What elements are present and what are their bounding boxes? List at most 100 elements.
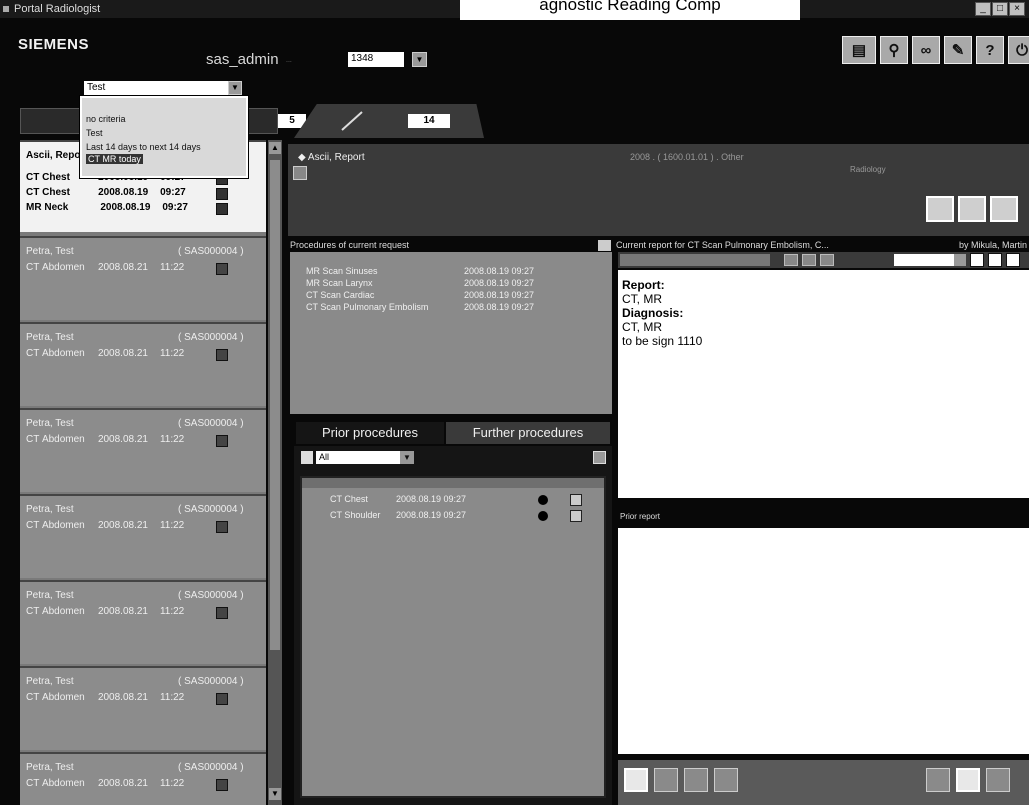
images-icon[interactable] [216,693,228,705]
count-field[interactable]: 1348 [348,52,404,67]
count-dropdown-button[interactable]: ▼ [412,52,427,67]
procedure-date: 2008.08.19 09:27 [464,290,535,300]
procedure-name: MR Scan Sinuses [306,266,378,276]
images-icon[interactable] [216,188,228,200]
worklist-scrollbar[interactable]: ▲ ▼ [268,140,282,805]
procedure-row: CT Abdomen 2008.08.21 11:22 [26,692,184,703]
modality: MR [26,202,42,213]
exam-time: 11:22 [159,692,185,703]
filter-option-no-criteria[interactable]: no criteria [86,114,126,124]
report-author: by Mikula, Martin [958,240,1027,250]
edit-button[interactable]: ✎ [944,36,972,64]
filter-option-last-14-days[interactable]: Last 14 days to next 14 days [86,142,201,152]
images-icon[interactable] [216,607,228,619]
exam-time: 11:22 [159,520,185,531]
procedure-item[interactable]: MR Scan Sinuses 2008.08.19 09:27 [306,266,534,276]
body-part: Neck [44,202,69,213]
prior-filter-dropdown[interactable]: ▼ [400,451,414,464]
prior-filter-select[interactable]: All [316,451,400,464]
worklist-card[interactable]: Petra, Test ( SAS000004 ) CT Abdomen 2008.0… [20,580,266,664]
exit-button[interactable]: ⏻ [1008,36,1029,64]
prior-procedure-row[interactable]: CT Shoulder 2008.08.19 09:27 [330,510,466,520]
body-part: Abdomen [41,520,85,531]
tab-further-procedures[interactable]: Further procedures [446,422,610,444]
report-save-draft-button[interactable] [926,768,950,792]
filter-option-ct-mr-today[interactable]: CT MR today [86,154,143,164]
search-button[interactable]: ⚲ [880,36,908,64]
modality: CT [26,520,40,531]
report-doc-icon[interactable] [570,494,582,506]
images-icon[interactable] [216,203,228,215]
page-heading: agnostic Reading Comp [460,0,800,20]
patient-id: ( SAS000004 ) [178,676,244,687]
worklist-card[interactable]: Petra, Test ( SAS000004 ) CT Abdomen 2008.0… [20,408,266,492]
prior-procedure-date: 2008.08.19 09:27 [396,510,467,520]
worklist-card[interactable]: Petra, Test ( SAS000004 ) CT Abdomen 2008.0… [20,236,266,320]
worklist-icon: ▤ [851,42,867,59]
worklist-button[interactable]: ▤ [842,36,876,64]
patient-name: Petra, Test [26,762,74,773]
report-new-button[interactable] [970,253,984,267]
prior-procedures-list [300,476,606,798]
prior-procedure-row[interactable]: CT Chest 2008.08.19 09:27 [330,494,466,504]
images-icon[interactable] [216,779,228,791]
report-line: Report: [622,278,665,292]
report-save-button[interactable] [988,253,1002,267]
close-button[interactable]: × [1009,2,1025,16]
patient-name: Ascii, Report [26,150,88,161]
report-next-button[interactable] [714,768,738,792]
worklist-card[interactable]: Petra, Test ( SAS000004 ) CT Abdomen 2008.0… [20,494,266,578]
tab-prior-procedures[interactable]: Prior procedures [296,422,444,444]
procedure-row: CT Abdomen 2008.08.21 11:22 [26,520,184,531]
prior-close-button[interactable] [593,451,606,464]
report-list-button[interactable] [624,768,648,792]
filter-select[interactable]: Test [84,81,232,95]
images-icon[interactable] [216,521,228,533]
worklist-card[interactable]: Petra, Test ( SAS000004 ) CT Abdomen 2008.0… [20,666,266,750]
scroll-up-icon[interactable]: ▲ [269,142,281,154]
report-template-field[interactable] [620,254,770,266]
images-icon[interactable] [216,435,228,447]
scroll-down-icon[interactable]: ▼ [269,788,281,800]
help-button[interactable]: ? [976,36,1004,64]
open-viewer-button[interactable] [990,196,1018,222]
report-toolbar [618,252,1029,268]
app-icon [3,6,9,12]
diamond-icon: ◆ [298,152,308,163]
prior-list-header [302,478,604,488]
link-button[interactable]: ∞ [912,36,940,64]
report-pause-button[interactable] [956,768,980,792]
patient-name: Petra, Test [26,504,74,515]
body-part: Chest [42,187,70,198]
assign-radiologist-button[interactable] [958,196,986,222]
maximize-button[interactable]: □ [992,2,1008,16]
worklist-card[interactable]: Petra, Test ( SAS000004 ) CT Abdomen 2008.0… [20,322,266,406]
current-report-editor[interactable] [618,270,1029,498]
filter-dropdown-button[interactable]: ▼ [228,81,242,95]
report-doc-icon[interactable] [570,510,582,522]
body-part: Abdomen [41,778,85,789]
report-cancel-button[interactable] [986,768,1010,792]
report-print-button[interactable] [1006,253,1020,267]
procedure-item[interactable]: CT Scan Pulmonary Embolism 2008.08.19 09:… [306,302,534,312]
procedure-name: CT Scan Cardiac [306,290,375,300]
report-status-select[interactable] [894,254,956,266]
images-icon[interactable] [216,263,228,275]
minimize-button[interactable]: _ [975,2,991,16]
filter-option-test[interactable]: Test [86,128,103,138]
procedure-item[interactable]: MR Scan Larynx 2008.08.19 09:27 [306,278,534,288]
report-format-list-icon[interactable] [820,254,834,266]
procedure-item[interactable]: CT Scan Cardiac 2008.08.19 09:27 [306,290,534,300]
worklist-card[interactable]: Petra, Test ( SAS000004 ) CT Abdomen 2008.0… [20,752,266,805]
sign-report-button[interactable] [926,196,954,222]
report-forward-button[interactable] [684,768,708,792]
tab-count-14: 14 [408,114,450,128]
images-icon[interactable] [216,349,228,361]
scroll-thumb[interactable] [270,160,280,650]
report-line: CT, MR [622,292,662,306]
report-format-italic-icon[interactable] [802,254,816,266]
chevron-down-icon[interactable] [954,254,966,266]
report-format-bold-icon[interactable] [784,254,798,266]
report-back-button[interactable] [654,768,678,792]
tab-active[interactable] [294,104,484,138]
